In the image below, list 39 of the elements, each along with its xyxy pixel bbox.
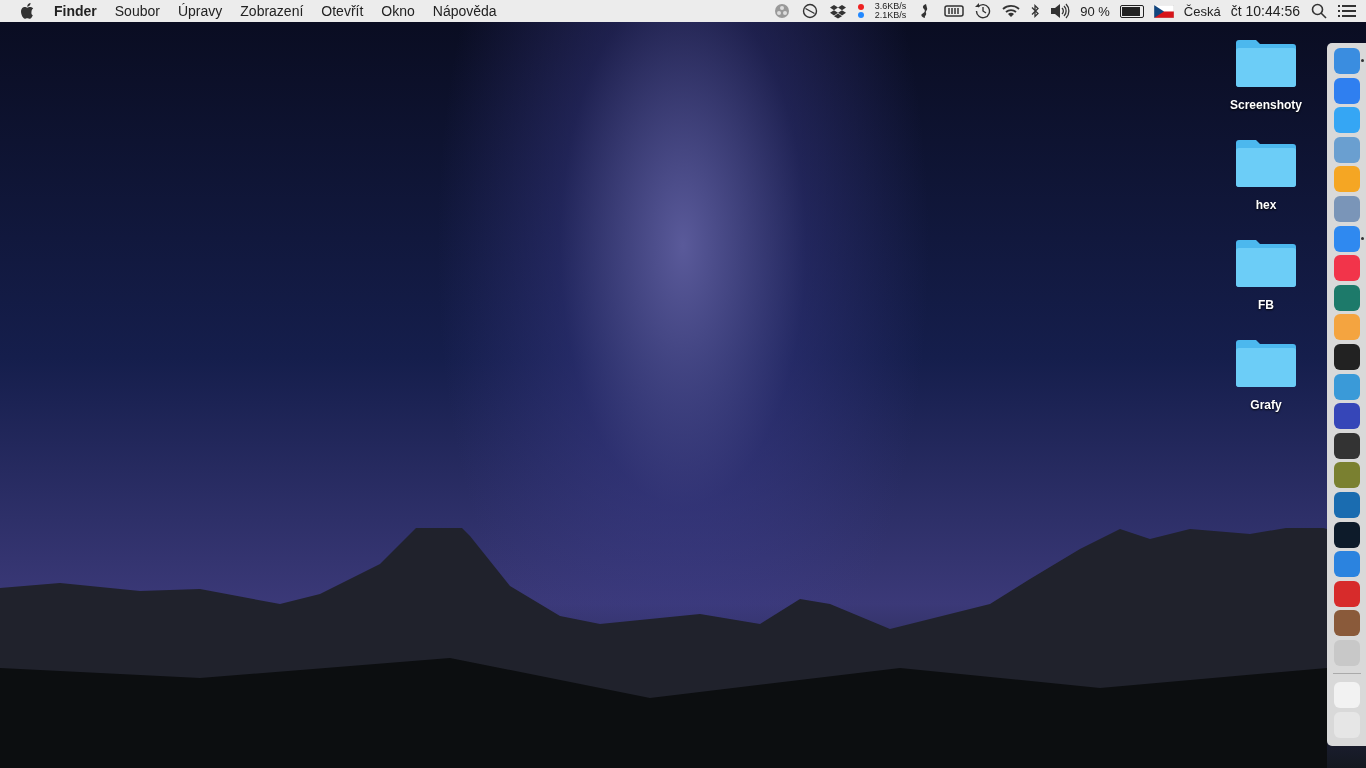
bluetooth-icon[interactable] [1030,3,1041,19]
folder-icon[interactable] [1235,238,1297,288]
clock[interactable]: čt 10:44:56 [1230,3,1300,19]
memory-chip-icon[interactable] [944,3,965,19]
folder-label[interactable]: hex [1255,198,1277,212]
menu-item[interactable]: Zobrazení [240,3,304,19]
running-indicator [1361,236,1364,240]
wifi-icon[interactable] [1002,3,1021,19]
folder-label[interactable]: Grafy [1250,398,1282,412]
prohibited-circle-icon[interactable] [800,3,819,19]
input-source[interactable]: Česká [1183,3,1221,19]
list-icon[interactable] [1338,3,1356,19]
folder-label[interactable]: FB [1258,298,1274,312]
menu-item[interactable]: Nápověda [432,3,497,19]
status-dots-icon[interactable] [856,3,865,19]
app-icon[interactable] [1333,343,1360,370]
dropbox-icon[interactable] [828,3,847,19]
apple-logo-icon[interactable] [20,3,34,19]
running-indicator [1361,59,1364,62]
upload-speed: 3.6KB/s [874,2,907,11]
app-icon[interactable] [1333,403,1360,430]
app-icon[interactable] [1333,432,1360,459]
download-speed: 2.1KB/s [874,11,907,20]
menu-item[interactable]: Okno [381,3,415,19]
menu-item[interactable]: Otevřít [321,3,364,19]
search-icon[interactable] [1310,3,1328,19]
app-icon[interactable] [1333,521,1360,548]
volume-icon[interactable] [1050,3,1071,19]
folder-label[interactable]: Screenshoty [1230,98,1302,112]
folder-icon[interactable] [1235,338,1297,388]
battery-percentage: 90 % [1080,3,1110,19]
menu-item[interactable]: Úpravy [177,3,223,19]
folder-icon[interactable] [1235,38,1297,88]
time-machine-icon[interactable] [974,3,993,19]
menu-item[interactable]: Soubor [114,3,160,19]
battery-icon[interactable] [1119,4,1144,18]
folder-icon[interactable] [1235,138,1297,188]
app-menu[interactable]: Finder [54,3,97,19]
czech-flag-icon[interactable] [1153,4,1174,18]
